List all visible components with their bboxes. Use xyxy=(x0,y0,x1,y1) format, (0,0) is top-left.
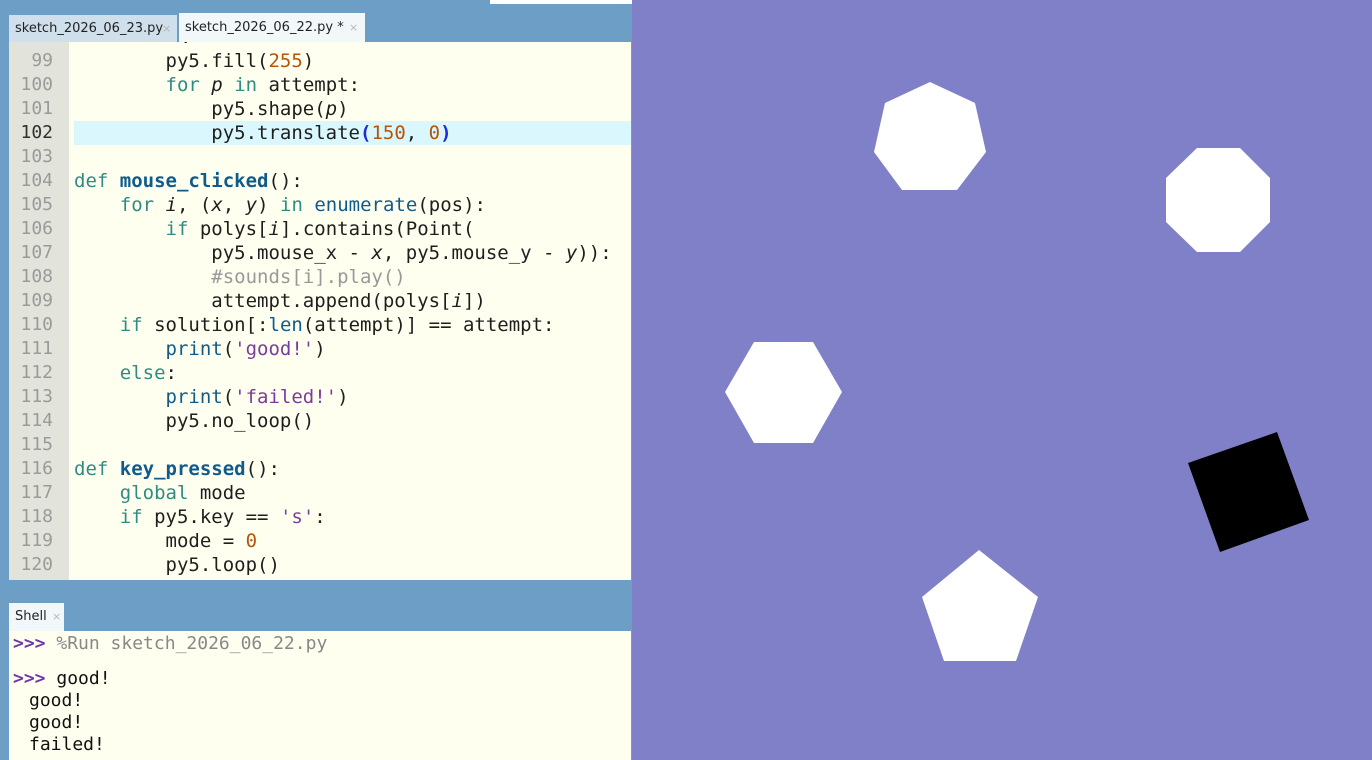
line-number: 108 xyxy=(20,266,53,287)
code-text: print('good!') xyxy=(165,338,326,360)
code-text: if py5.key == 's': xyxy=(119,506,326,528)
code-line[interactable]: #sounds[i].play() xyxy=(74,265,406,289)
close-icon[interactable]: × xyxy=(162,15,171,43)
code-line[interactable]: py5.mouse_x - x, py5.mouse_y - y)): xyxy=(74,241,612,265)
line-number: 110 xyxy=(20,314,53,335)
code-text: py5.translate(150, 0) xyxy=(74,122,452,144)
tab-sketch-2026-06-23[interactable]: sketch_2026_06_23.py × xyxy=(9,15,177,42)
line-number: 116 xyxy=(20,458,53,479)
tab-sketch-2026-06-22[interactable]: sketch_2026_06_22.py * × xyxy=(179,13,365,42)
code-text: py5.fill(255) xyxy=(74,50,315,72)
line-number-current: 102 xyxy=(20,122,53,143)
line-number: 100 xyxy=(20,74,53,95)
code-line[interactable]: global mode xyxy=(74,481,246,505)
code-text: attempt.append(polys[i]) xyxy=(74,290,486,312)
line-number: 107 xyxy=(20,242,53,263)
code-text: else: xyxy=(119,362,177,384)
close-icon[interactable]: × xyxy=(349,13,358,42)
hexagon-shape[interactable] xyxy=(725,342,842,443)
shell-output: good! xyxy=(56,668,111,689)
line-number: 111 xyxy=(20,338,53,359)
code-line[interactable]: for i, (x, y) in enumerate(pos): xyxy=(74,193,486,217)
code-editor[interactable]: 99 100 101 102 103 104 105 106 107 108 1… xyxy=(9,42,631,580)
run-command: %Run sketch_2026_06_22.py xyxy=(56,633,328,654)
code-line[interactable]: if py5.key == 's': xyxy=(74,505,326,529)
line-number: 119 xyxy=(20,530,53,551)
code-line-current[interactable]: py5.translate(150, 0) xyxy=(74,121,452,145)
code-text: py5.loop() xyxy=(74,554,280,576)
line-number: 109 xyxy=(20,290,53,311)
line-number: 101 xyxy=(20,98,53,119)
line-number: 113 xyxy=(20,386,53,407)
code-line[interactable]: for p in attempt: xyxy=(74,73,361,97)
sketch-window[interactable] xyxy=(632,0,1372,760)
code-line[interactable]: print('good!') xyxy=(74,337,326,361)
code-line[interactable]: def key_pressed(): xyxy=(74,457,280,481)
shell-console[interactable]: >>> %Run sketch_2026_06_22.py >>> good! … xyxy=(9,631,631,760)
shell-prompt: >>> xyxy=(13,668,46,689)
code-line[interactable]: def mouse_clicked(): xyxy=(74,169,303,193)
line-number: 103 xyxy=(20,146,53,167)
close-icon[interactable]: × xyxy=(52,603,61,631)
line-number: 118 xyxy=(20,506,53,527)
line-number: 105 xyxy=(20,194,53,215)
code-line[interactable]: if solution[:len(attempt)] == attempt: xyxy=(74,313,555,337)
code-text: if solution[:len(attempt)] == attempt: xyxy=(119,314,555,336)
code-line[interactable]: else: xyxy=(74,361,177,385)
heptagon-shape[interactable] xyxy=(874,82,986,190)
line-number: 112 xyxy=(20,362,53,383)
line-number: 117 xyxy=(20,482,53,503)
editor-tabbar: sketch_2026_06_23.py × sketch_2026_06_22… xyxy=(9,13,631,42)
code-text: global mode xyxy=(119,482,246,504)
tab-label: Shell xyxy=(15,609,47,624)
line-number: 106 xyxy=(20,218,53,239)
code-text: py5.shape(p) xyxy=(74,98,349,120)
pentagon-shape[interactable] xyxy=(922,550,1038,661)
line-number-gutter: 99 100 101 102 103 104 105 106 107 108 1… xyxy=(9,42,69,580)
code-text: if polys[i].contains(Point( xyxy=(165,218,475,240)
code-line[interactable]: py5.shape(p) xyxy=(74,97,349,121)
code-text: def mouse_clicked(): xyxy=(74,170,303,192)
line-number: 104 xyxy=(20,170,53,191)
shell-output-line: good! xyxy=(29,712,83,733)
shell-output: good! xyxy=(29,690,84,711)
line-number: 99 xyxy=(31,50,53,71)
ide-window: sketch_2026_06_23.py × sketch_2026_06_22… xyxy=(0,0,632,760)
shell-output-line: >>> good! xyxy=(13,668,111,689)
line-number: 120 xyxy=(20,554,53,575)
sketch-canvas[interactable] xyxy=(632,0,1372,760)
code-text: print('failed!') xyxy=(165,386,349,408)
shell-output: failed! xyxy=(29,734,105,755)
shell-output: good! xyxy=(29,712,84,733)
window-edge xyxy=(490,0,632,4)
code-line[interactable]: py5.loop() xyxy=(74,553,280,577)
line-number: 115 xyxy=(20,434,53,455)
shell-run-line: >>> %Run sketch_2026_06_22.py xyxy=(13,633,327,654)
code-line[interactable]: py5.no_loop() xyxy=(74,409,315,433)
shell-prompt: >>> xyxy=(13,633,46,654)
code-text: py5.mouse_x - x, py5.mouse_y - y)): xyxy=(74,242,612,264)
square-shape[interactable] xyxy=(1188,432,1309,552)
tab-label: sketch_2026_06_22.py * xyxy=(185,20,344,35)
tab-shell[interactable]: Shell × xyxy=(9,603,64,631)
code-text: mode = 0 xyxy=(74,530,258,552)
code-line[interactable]: print('failed!') xyxy=(74,385,349,409)
code-text: #sounds[i].play() xyxy=(211,266,406,288)
code-text: for i, (x, y) in enumerate(pos): xyxy=(119,194,486,216)
code-line[interactable]: attempt.append(polys[i]) xyxy=(74,289,486,313)
code-text: def key_pressed(): xyxy=(74,458,280,480)
shell-output-line: good! xyxy=(29,690,83,711)
tab-label: sketch_2026_06_23.py xyxy=(15,21,164,36)
code-line[interactable]: py5.fill(255) xyxy=(74,49,315,73)
octagon-shape[interactable] xyxy=(1166,148,1270,252)
code-line[interactable]: if polys[i].contains(Point( xyxy=(74,217,475,241)
line-number: 114 xyxy=(20,410,53,431)
shell-output-line: failed! xyxy=(29,734,105,755)
code-text: for p in attempt: xyxy=(165,74,361,96)
code-line[interactable]: mode = 0 xyxy=(74,529,258,553)
code-text: py5.no_loop() xyxy=(74,410,315,432)
